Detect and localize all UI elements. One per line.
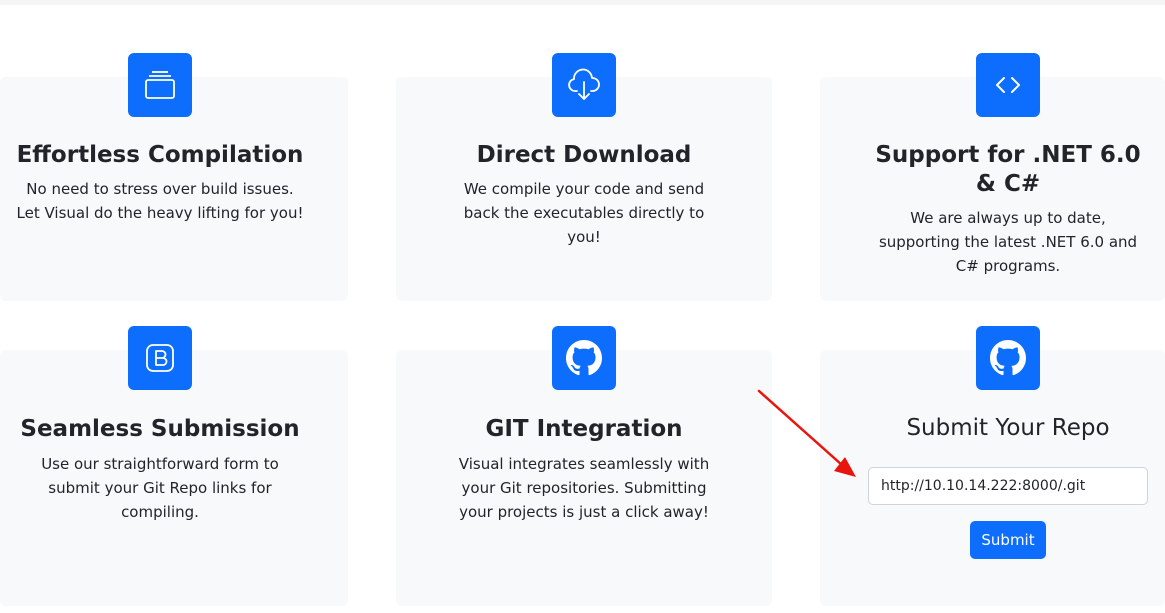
feature-icon-box <box>552 326 616 390</box>
top-band <box>0 0 1165 5</box>
feature-title: Support for .NET 6.0 & C# <box>875 142 1141 197</box>
stack-icon <box>145 71 175 99</box>
submit-repo-title: Submit Your Repo <box>906 415 1110 441</box>
feature-title: GIT Integration <box>485 416 683 442</box>
code-icon <box>996 77 1020 93</box>
feature-description: No need to stress over build issues. Let… <box>16 180 304 222</box>
feature-icon-box <box>552 53 616 117</box>
submit-button[interactable]: Submit <box>970 521 1046 559</box>
bootstrap-icon <box>146 344 174 372</box>
feature-icon-box <box>128 53 192 117</box>
annotation-arrow <box>757 389 856 477</box>
github-icon <box>566 340 602 376</box>
submit-icon-box <box>976 326 1040 390</box>
feature-icon-box <box>128 326 192 390</box>
feature-description: We are always up to date, supporting the… <box>878 209 1138 275</box>
github-icon <box>990 340 1026 376</box>
cloud-download-icon <box>568 68 600 100</box>
feature-icon-box <box>976 53 1040 117</box>
feature-description: We compile your code and send back the e… <box>463 180 705 246</box>
feature-description: Visual integrates seamlessly with your G… <box>458 455 710 521</box>
feature-title: Seamless Submission <box>20 416 300 442</box>
feature-description: Use our straightforward form to submit y… <box>41 455 279 521</box>
repo-url-input[interactable] <box>868 467 1148 505</box>
feature-title: Effortless Compilation <box>16 142 304 168</box>
feature-title: Direct Download <box>476 142 692 168</box>
